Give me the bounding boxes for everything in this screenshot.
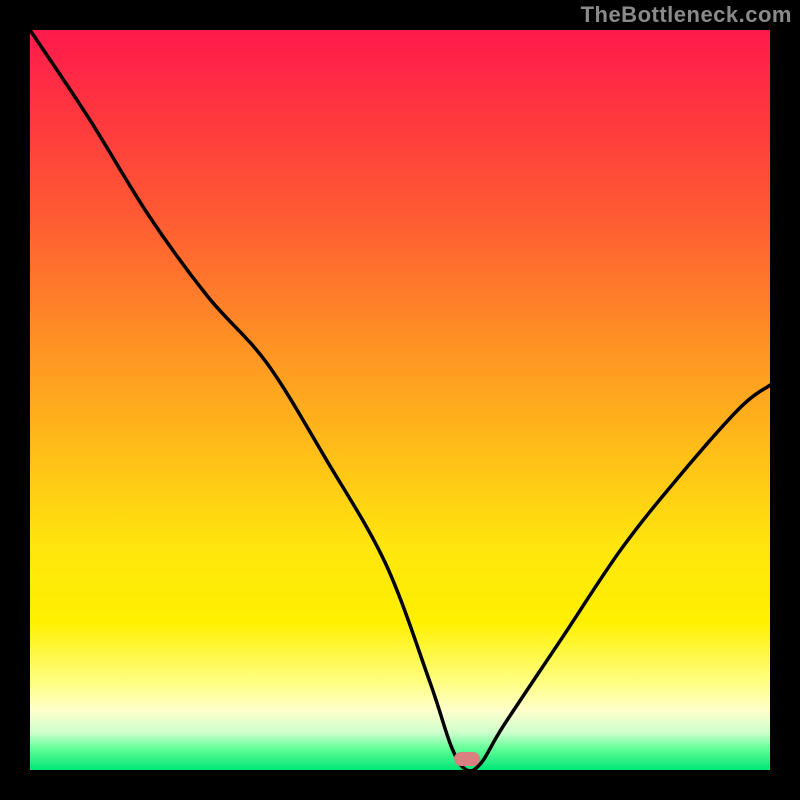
watermark-text: TheBottleneck.com	[581, 2, 792, 28]
bottleneck-curve	[30, 30, 770, 770]
optimum-marker	[454, 752, 480, 766]
plot-area	[30, 30, 770, 770]
chart-frame: TheBottleneck.com	[0, 0, 800, 800]
